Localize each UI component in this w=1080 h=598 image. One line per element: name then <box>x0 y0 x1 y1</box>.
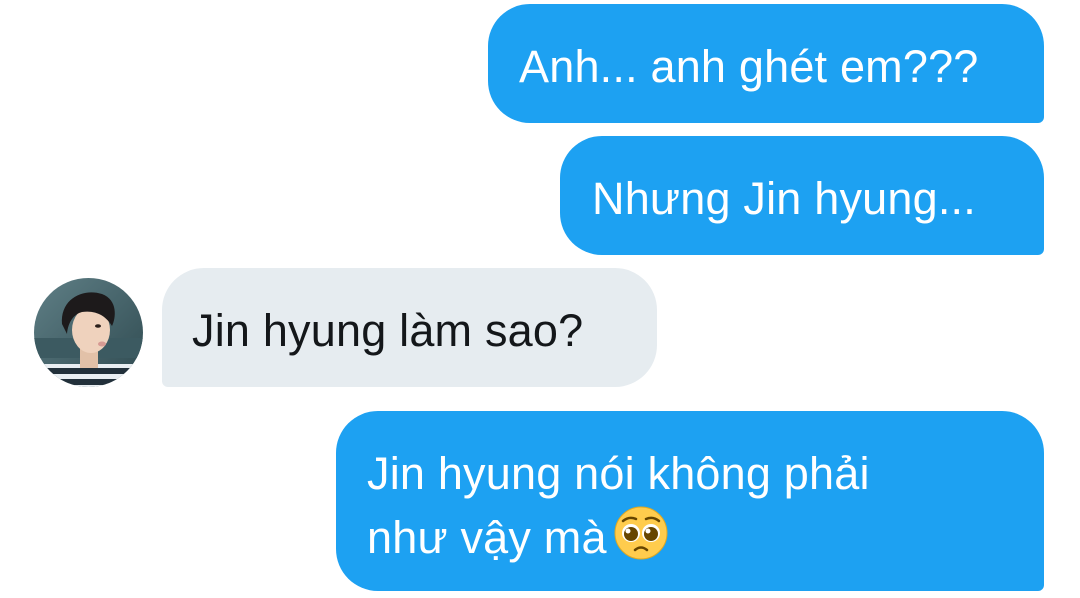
sender-avatar[interactable] <box>34 278 143 387</box>
message-text-line: Jin hyung nói không phải <box>367 448 870 499</box>
outgoing-message-bubble[interactable]: Nhưng Jin hyung... <box>560 136 1044 255</box>
message-text: như vậy mà <box>367 512 607 563</box>
message-text: Anh... anh ghét em??? <box>519 41 979 92</box>
message-text-line: như vậy mà <box>367 505 1044 567</box>
outgoing-message-bubble[interactable]: Jin hyung nói không phải như vậy mà <box>336 411 1044 591</box>
avatar-photo <box>34 278 143 387</box>
pleading-face-icon <box>613 505 669 577</box>
message-text: Nhưng Jin hyung... <box>592 173 976 224</box>
incoming-message-bubble[interactable]: Jin hyung làm sao? <box>162 268 657 387</box>
message-text: Jin hyung làm sao? <box>192 305 584 356</box>
message-thread: Anh... anh ghét em??? Nhưng Jin hyung... <box>0 0 1080 598</box>
outgoing-message-bubble[interactable]: Anh... anh ghét em??? <box>488 4 1044 123</box>
